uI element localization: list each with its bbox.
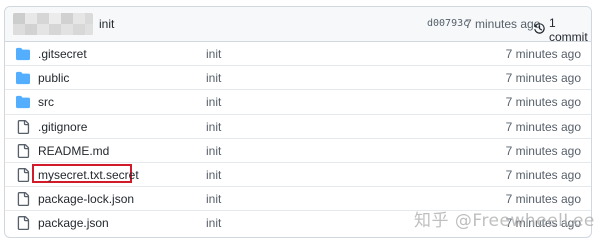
file-row[interactable]: src init 7 minutes ago	[5, 90, 591, 115]
file-icon	[16, 119, 30, 134]
file-name-link[interactable]: package.json	[38, 216, 109, 230]
file-icon	[16, 216, 30, 231]
commit-message-link[interactable]: init	[206, 47, 221, 61]
latest-commit-bar: init d00793c 7 minutes ago 1 commit	[5, 7, 591, 44]
avatar[interactable]	[13, 13, 93, 35]
file-icon	[16, 143, 30, 158]
commit-message-link[interactable]: init	[206, 95, 221, 109]
file-row[interactable]: mysecret.txt.secret init 7 minutes ago	[5, 163, 591, 188]
file-browser: init d00793c 7 minutes ago 1 commit .git…	[4, 6, 592, 238]
file-icon	[16, 192, 30, 207]
commit-time: 7 minutes ago	[505, 143, 581, 158]
file-name-link[interactable]: mysecret.txt.secret	[38, 168, 139, 182]
file-name-link[interactable]: public	[38, 71, 69, 85]
commit-message-link[interactable]: init	[206, 168, 221, 182]
commit-message-link[interactable]: init	[206, 120, 221, 134]
commit-history-link[interactable]: 1 commit	[533, 16, 591, 44]
commit-time: 7 minutes ago	[505, 71, 581, 86]
file-name-link[interactable]: .gitignore	[38, 120, 87, 134]
history-icon	[533, 22, 546, 38]
commit-message[interactable]: init	[99, 17, 114, 31]
folder-icon	[16, 95, 30, 109]
file-name-link[interactable]: .gitsecret	[38, 47, 87, 61]
commit-message-link[interactable]: init	[206, 144, 221, 158]
file-icon	[16, 167, 30, 182]
folder-icon	[16, 71, 30, 85]
file-row[interactable]: .gitsecret init 7 minutes ago	[5, 42, 591, 67]
file-name-link[interactable]: README.md	[38, 144, 109, 158]
file-row[interactable]: README.md init 7 minutes ago	[5, 139, 591, 163]
file-name-link[interactable]: package-lock.json	[38, 192, 134, 206]
file-row[interactable]: .gitignore init 7 minutes ago	[5, 115, 591, 139]
commit-message-link[interactable]: init	[206, 71, 221, 85]
commit-time: 7 minutes ago	[505, 167, 581, 182]
folder-icon	[16, 47, 30, 61]
file-name-link[interactable]: src	[38, 95, 54, 109]
commit-sha[interactable]: d00793c	[427, 18, 469, 29]
commit-time: 7 minutes ago	[505, 119, 581, 134]
commit-time: 7 minutes ago	[465, 17, 541, 31]
commit-time: 7 minutes ago	[505, 192, 581, 207]
commit-time: 7 minutes ago	[505, 95, 581, 110]
commit-message-link[interactable]: init	[206, 216, 221, 230]
watermark: 知乎 @FreewheelLee	[414, 211, 595, 231]
history-label: 1 commit	[549, 16, 588, 44]
commit-message-link[interactable]: init	[206, 192, 221, 206]
file-row[interactable]: public init 7 minutes ago	[5, 66, 591, 91]
commit-time: 7 minutes ago	[505, 47, 581, 61]
